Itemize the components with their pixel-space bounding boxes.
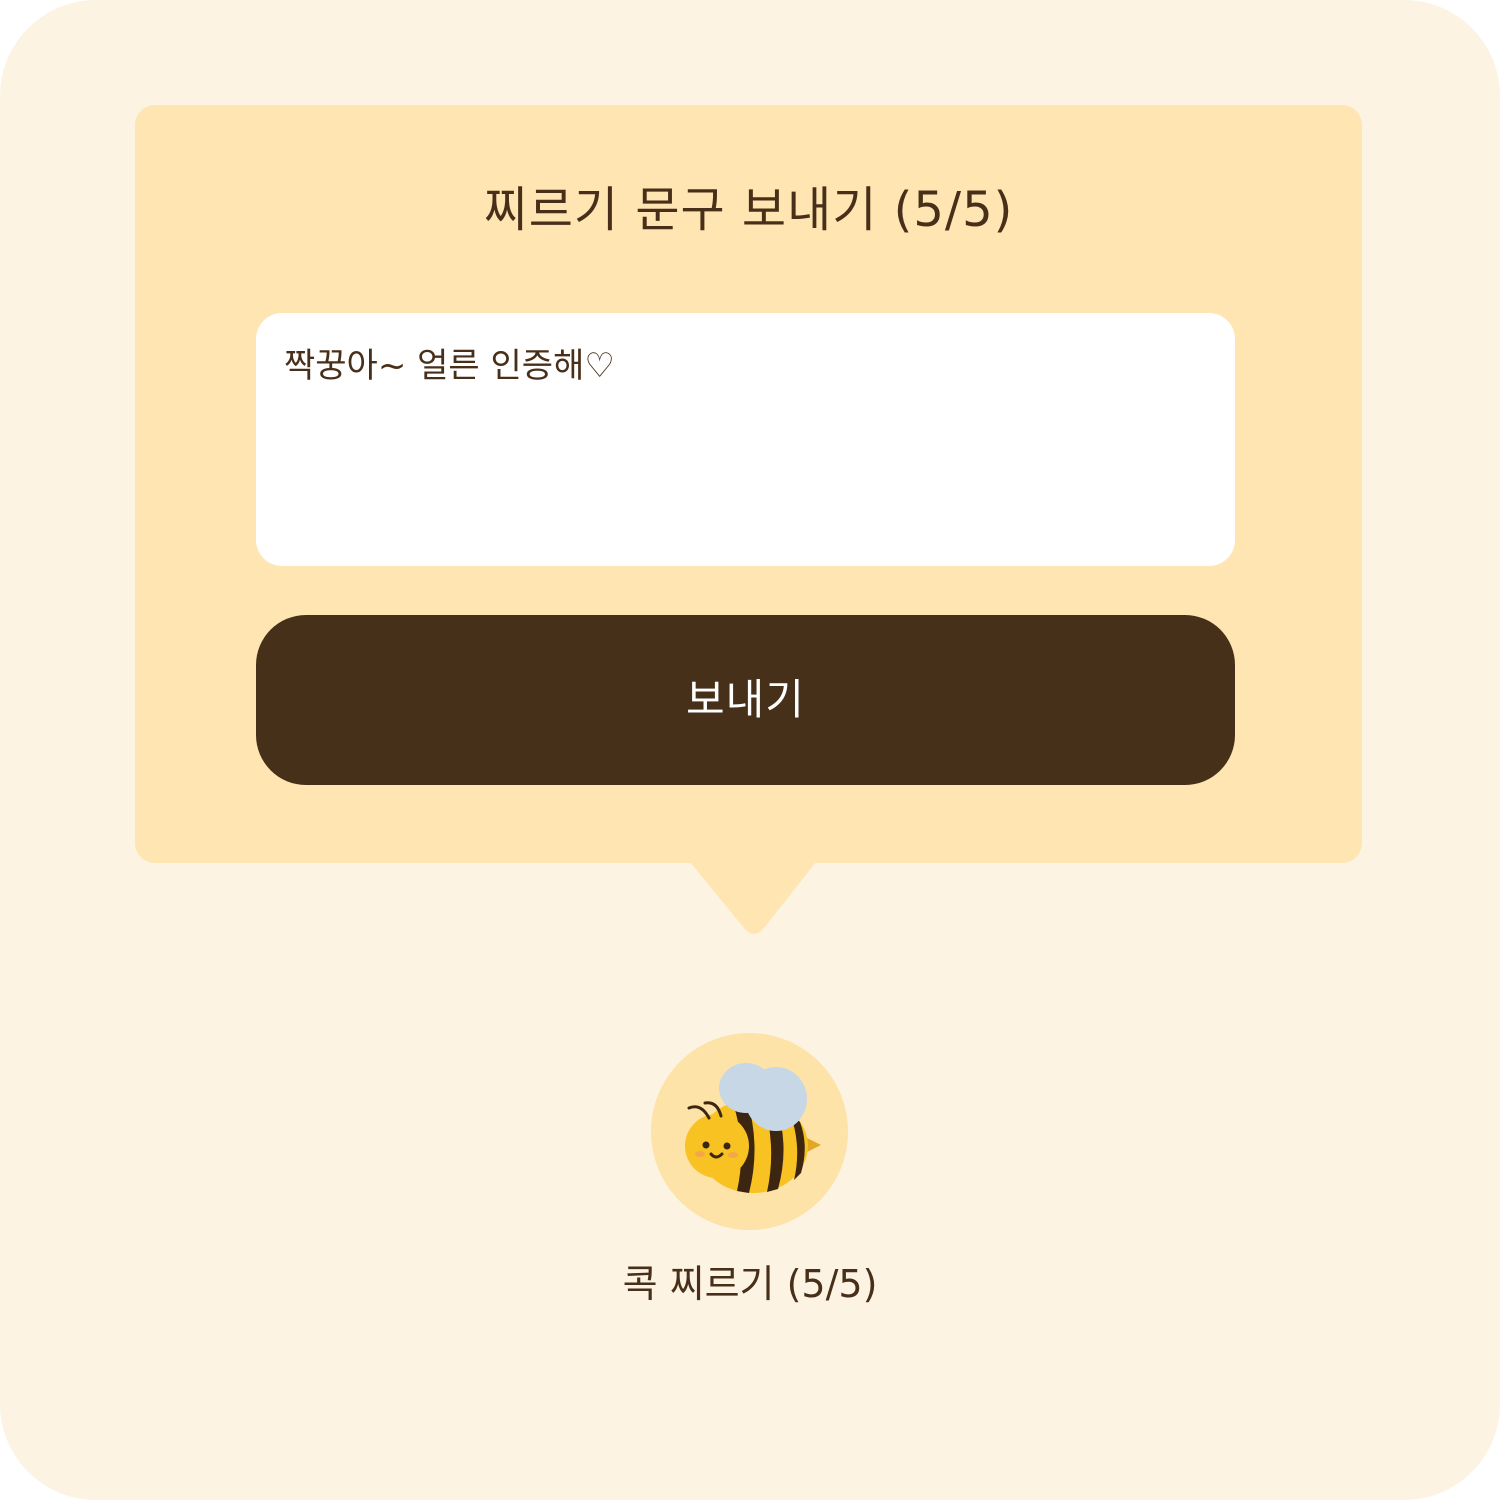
dialog-title: 찌르기 문구 보내기 (5/5) bbox=[483, 182, 1014, 238]
bee-icon bbox=[685, 1063, 821, 1193]
poke-label[interactable]: 콕 찌르기 (5/5) bbox=[500, 1252, 1000, 1316]
send-button[interactable]: 보내기 bbox=[256, 615, 1235, 785]
message-input-value[interactable]: 짝꿍아~ 얼른 인증해♡ bbox=[284, 338, 1204, 394]
speech-bubble-tail bbox=[690, 862, 816, 934]
poke-avatar-button[interactable] bbox=[651, 1033, 848, 1230]
app-frame: 찌르기 문구 보내기 (5/5) 짝꿍아~ 얼른 인증해♡ 보내기 콕 찌르기 … bbox=[0, 0, 1500, 1500]
